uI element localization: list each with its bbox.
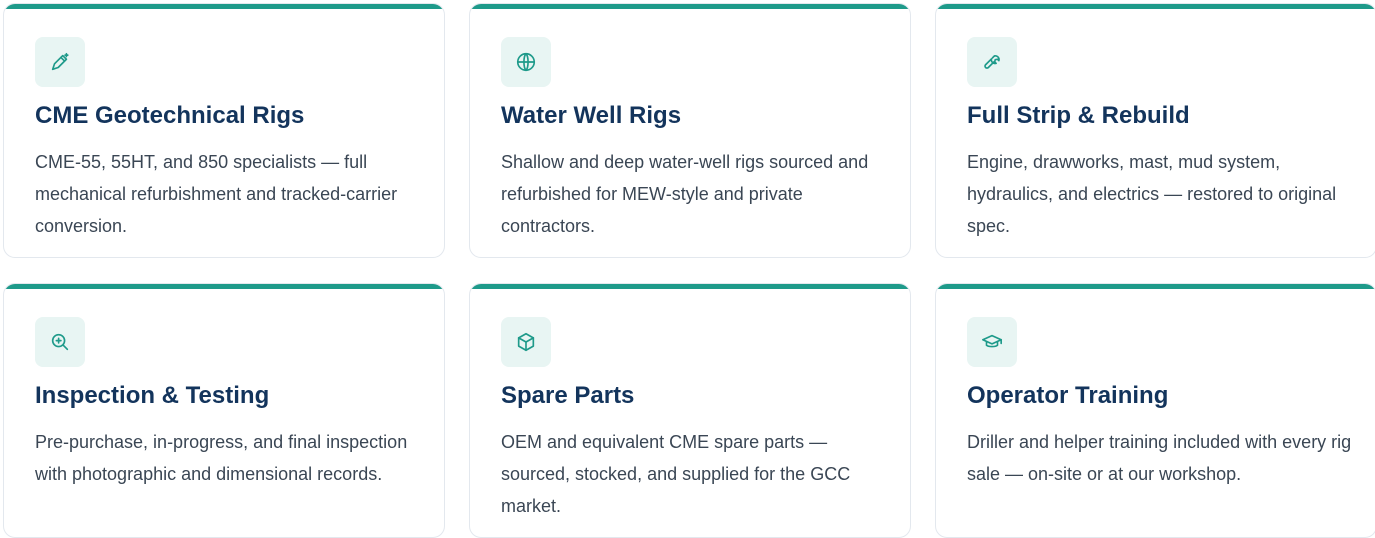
service-card-operator-training: Operator Training Driller and helper tra…	[935, 283, 1375, 538]
service-card-spare-parts: Spare Parts OEM and equivalent CME spare…	[469, 283, 911, 538]
card-description: Driller and helper training included wit…	[967, 432, 1352, 484]
zoom-in-icon	[35, 317, 85, 367]
graduation-cap-icon	[967, 317, 1017, 367]
card-description: Engine, drawworks, mast, mud system, hyd…	[967, 152, 1337, 236]
card-description: CME-55, 55HT, and 850 specialists — full…	[35, 152, 398, 236]
card-title: Spare Parts	[501, 382, 635, 409]
cube-icon	[501, 317, 551, 367]
card-title: Water Well Rigs	[501, 102, 682, 129]
globe-icon	[501, 37, 551, 87]
service-card-cme-geotechnical: CME Geotechnical Rigs CME-55, 55HT, and …	[3, 3, 445, 258]
card-title: CME Geotechnical Rigs	[35, 102, 305, 129]
card-description: Shallow and deep water-well rigs sourced…	[501, 152, 869, 236]
service-card-water-well: Water Well Rigs Shallow and deep water-w…	[469, 3, 911, 258]
pen-sparkle-icon	[35, 37, 85, 87]
services-grid: CME Geotechnical Rigs CME-55, 55HT, and …	[0, 0, 1375, 538]
card-title: Operator Training	[967, 382, 1169, 409]
service-card-inspection-testing: Inspection & Testing Pre-purchase, in-pr…	[3, 283, 445, 538]
service-card-full-strip-rebuild: Full Strip & Rebuild Engine, drawworks, …	[935, 3, 1375, 258]
card-description: OEM and equivalent CME spare parts — sou…	[501, 432, 851, 516]
card-description: Pre-purchase, in-progress, and final ins…	[35, 432, 408, 484]
card-title: Inspection & Testing	[35, 382, 270, 409]
wrench-icon	[967, 37, 1017, 87]
card-title: Full Strip & Rebuild	[967, 102, 1190, 129]
